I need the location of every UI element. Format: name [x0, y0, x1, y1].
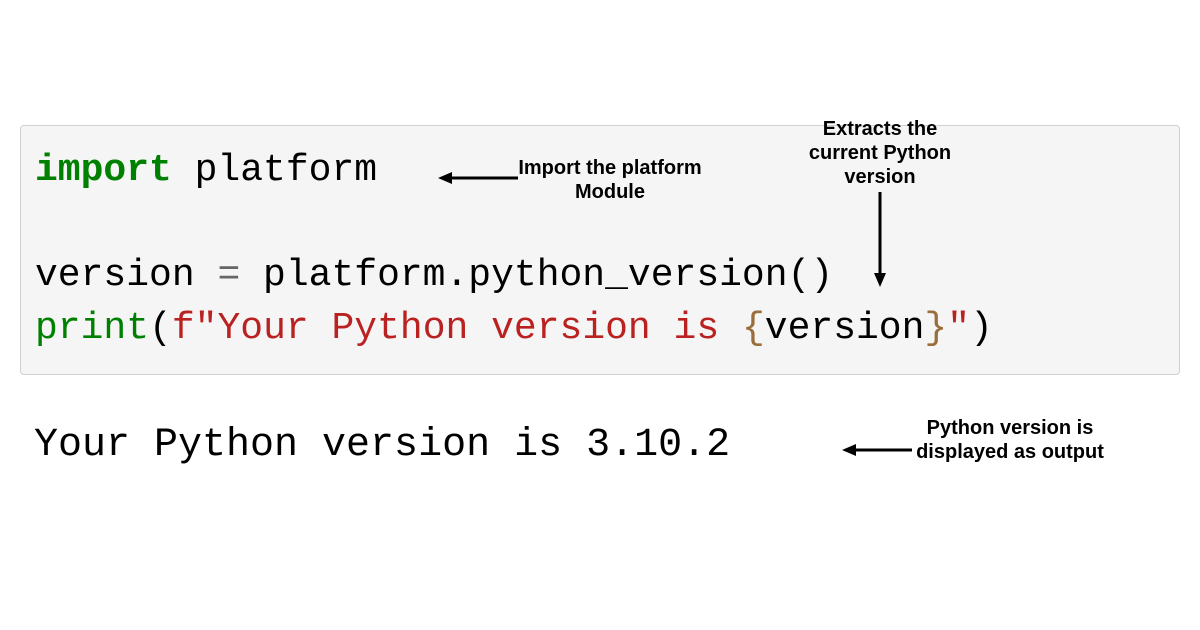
annotation-import: Import the platform Module	[518, 156, 702, 204]
fstring-prefix: f	[172, 307, 195, 350]
quote-open: "	[195, 307, 218, 350]
keyword-print: print	[35, 307, 149, 350]
annotation-extract: Extracts the current Python version	[790, 117, 970, 189]
annotation-output: Python version is displayed as output	[910, 416, 1110, 464]
close-paren: )	[970, 307, 993, 350]
function-call: platform.python_version()	[240, 254, 833, 297]
variable-name: version	[35, 254, 217, 297]
close-brace: }	[924, 307, 947, 350]
string-content: Your Python version is	[217, 307, 742, 350]
blank-line	[35, 197, 1165, 249]
output-text: Your Python version is 3.10.2	[34, 423, 730, 468]
quote-close: "	[947, 307, 970, 350]
arrow-up-icon	[870, 192, 890, 287]
open-brace: {	[742, 307, 765, 350]
arrow-left-icon	[842, 440, 912, 460]
open-paren: (	[149, 307, 172, 350]
keyword-import: import	[35, 149, 172, 192]
operator-equals: =	[217, 254, 240, 297]
interpolated-variable: version	[765, 307, 925, 350]
arrow-left-icon	[438, 168, 518, 188]
module-name: platform	[172, 149, 377, 192]
code-line-2: version = platform.python_version()	[35, 249, 1165, 302]
code-line-3: print(f"Your Python version is {version}…	[35, 302, 1165, 355]
